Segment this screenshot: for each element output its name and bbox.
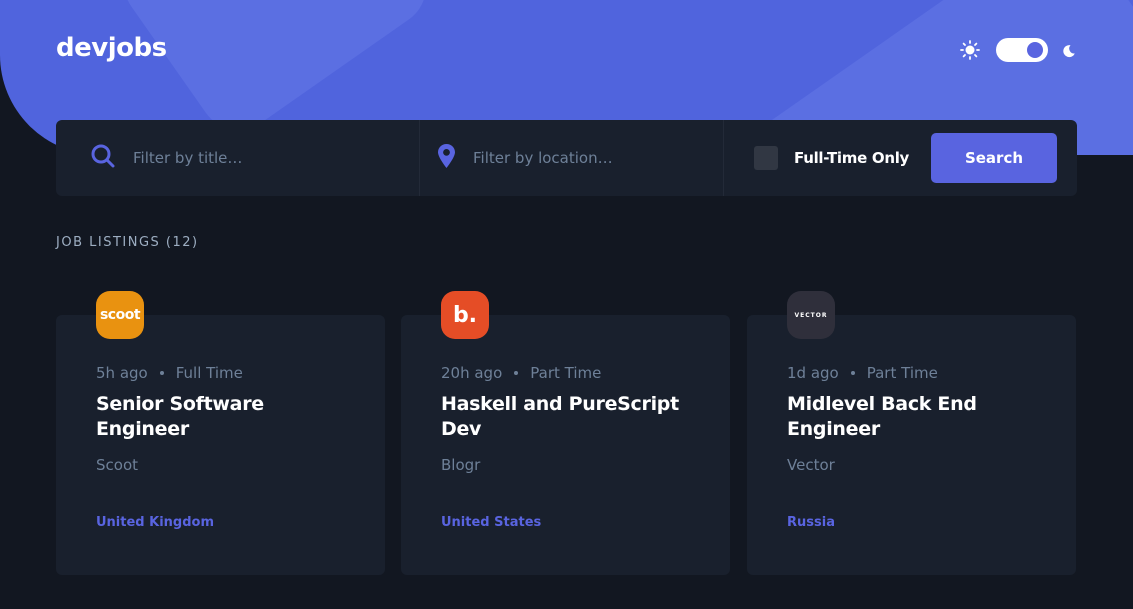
job-location: United States xyxy=(441,515,542,530)
company-name: Vector xyxy=(787,456,835,474)
meta-separator xyxy=(514,371,519,375)
job-location: United Kingdom xyxy=(96,515,215,530)
fulltime-label[interactable]: Full-Time Only xyxy=(794,149,909,167)
location-filter xyxy=(420,120,724,196)
job-card[interactable]: b. 20h ago Part Time Haskell and PureScr… xyxy=(401,291,730,575)
sun-icon xyxy=(960,40,980,60)
title-filter xyxy=(56,120,420,196)
company-logo: VECTOR xyxy=(787,291,835,339)
job-meta: 20h ago Part Time xyxy=(441,364,690,382)
company-name: Scoot xyxy=(96,456,139,474)
company-logo: scoot xyxy=(96,291,144,339)
posted-time: 20h ago xyxy=(441,364,503,382)
company-logo: b. xyxy=(441,291,489,339)
job-meta: 1d ago Part Time xyxy=(787,364,1036,382)
moon-icon xyxy=(1062,43,1076,58)
theme-switch-knob xyxy=(1027,42,1043,58)
job-location: Russia xyxy=(787,515,835,530)
listings-heading: JOB LISTINGS (12) xyxy=(56,235,199,250)
fulltime-filter: Full-Time Only Search xyxy=(724,120,1077,196)
search-bar: Full-Time Only Search xyxy=(56,120,1077,196)
meta-separator xyxy=(159,371,164,375)
contract-type: Part Time xyxy=(530,364,602,382)
theme-toggle[interactable] xyxy=(960,38,1076,62)
company-name: Blogr xyxy=(441,456,481,474)
job-title[interactable]: Midlevel Back End Engineer xyxy=(787,392,1036,442)
meta-separator xyxy=(850,371,855,375)
search-icon xyxy=(91,144,115,172)
posted-time: 1d ago xyxy=(787,364,839,382)
location-pin-icon xyxy=(438,144,455,172)
site-logo[interactable]: devjobs xyxy=(56,33,167,63)
fulltime-checkbox[interactable] xyxy=(754,146,778,170)
search-button[interactable]: Search xyxy=(931,133,1057,183)
theme-switch[interactable] xyxy=(996,38,1048,62)
location-filter-input[interactable] xyxy=(473,149,693,167)
contract-type: Full Time xyxy=(175,364,243,382)
job-meta: 5h ago Full Time xyxy=(96,364,345,382)
contract-type: Part Time xyxy=(866,364,938,382)
job-title[interactable]: Senior Software Engineer xyxy=(96,392,345,442)
job-title[interactable]: Haskell and PureScript Dev xyxy=(441,392,690,442)
job-card[interactable]: scoot 5h ago Full Time Senior Software E… xyxy=(56,291,385,575)
job-card[interactable]: VECTOR 1d ago Part Time Midlevel Back En… xyxy=(747,291,1076,575)
posted-time: 5h ago xyxy=(96,364,148,382)
title-filter-input[interactable] xyxy=(133,149,353,167)
